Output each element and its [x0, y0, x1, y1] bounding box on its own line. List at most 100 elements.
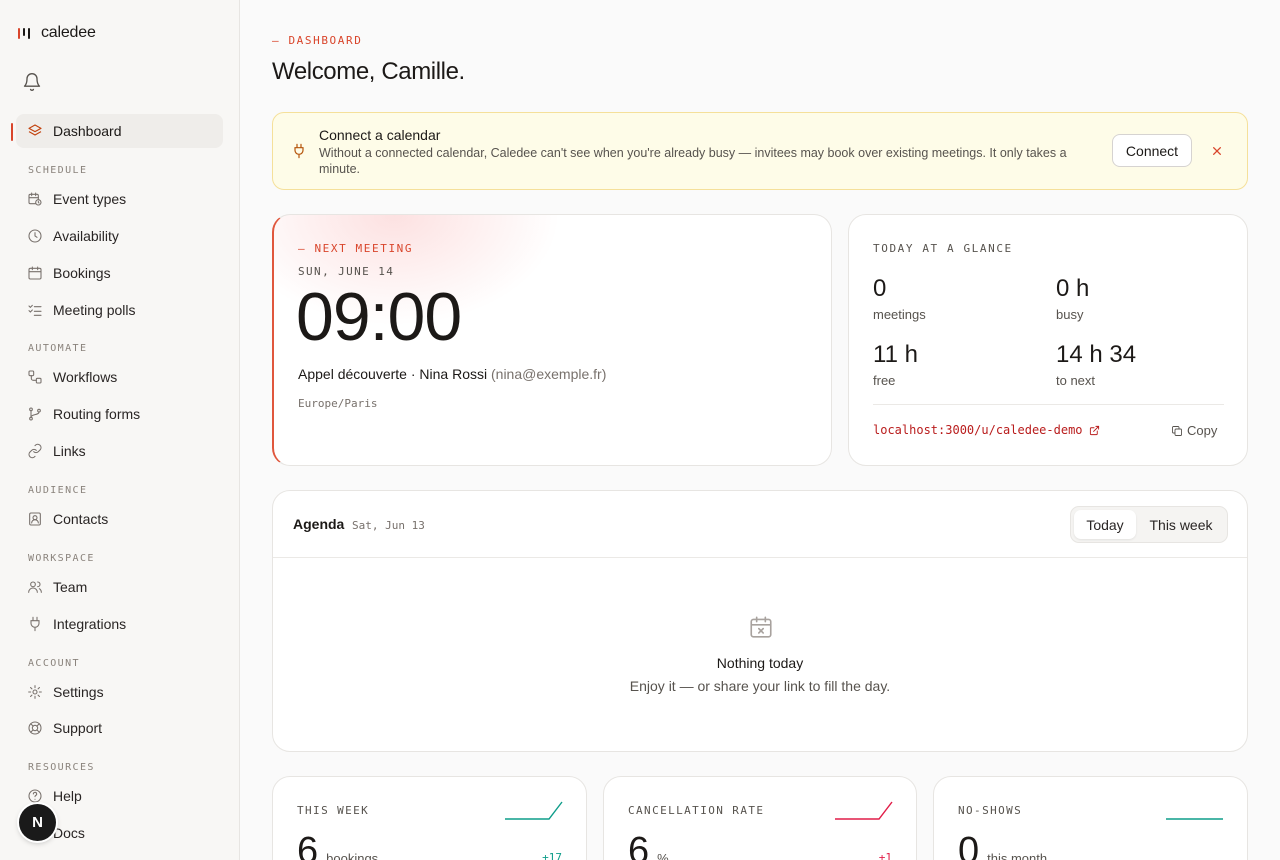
sidebar-item-label: Dashboard — [53, 123, 122, 139]
agenda-range-toggle: Today This week — [1070, 506, 1228, 543]
page-title: Welcome, Camille. — [272, 58, 465, 85]
booking-link[interactable]: localhost:3000/u/caledee-demo — [873, 423, 1100, 437]
next-meeting-date: SUN, JUNE 14 — [298, 265, 395, 278]
sidebar-item-label: Links — [53, 443, 86, 459]
avatar[interactable]: N — [19, 804, 56, 841]
section-label-resources: RESOURCES — [28, 762, 95, 773]
sidebar-item-support[interactable]: Support — [16, 711, 223, 745]
sidebar-item-routing-forms[interactable]: Routing forms — [16, 397, 223, 431]
gear-icon — [28, 685, 42, 699]
copy-link-button[interactable]: Copy — [1171, 423, 1217, 438]
sidebar-item-bookings[interactable]: Bookings — [16, 256, 223, 290]
next-meeting-details: Appel découverte · Nina Rossi (nina@exem… — [298, 366, 606, 382]
agenda-title: Agenda — [293, 516, 345, 532]
sidebar-item-dashboard[interactable]: Dashboard — [16, 114, 223, 148]
metric-unit: % — [657, 851, 669, 860]
banner-text: Without a connected calendar, Caledee ca… — [319, 146, 1067, 176]
metric-value-row: 6 % — [628, 829, 669, 860]
brand-logo[interactable]: caledee — [18, 24, 96, 42]
sidebar-item-label: Help — [53, 788, 82, 804]
next-meeting-label: — NEXT MEETING — [298, 242, 414, 255]
sidebar-item-team[interactable]: Team — [16, 570, 223, 604]
tab-today[interactable]: Today — [1074, 510, 1136, 539]
help-circle-icon — [28, 789, 42, 803]
sparkline — [1166, 818, 1223, 820]
sidebar-item-workflows[interactable]: Workflows — [16, 360, 223, 394]
stat-label: meetings — [873, 307, 926, 322]
sidebar-item-meeting-polls[interactable]: Meeting polls — [16, 293, 223, 327]
metric-value-row: 0 this month — [958, 829, 1047, 860]
metric-value: 6 — [628, 830, 650, 860]
stat-label: free — [873, 373, 896, 388]
next-meeting-time: 09:00 — [296, 279, 462, 355]
next-meeting-card[interactable]: — NEXT MEETING SUN, JUNE 14 09:00 Appel … — [272, 214, 832, 466]
sidebar-item-integrations[interactable]: Integrations — [16, 607, 223, 641]
section-label-audience: AUDIENCE — [28, 485, 88, 496]
brand-mark-icon — [18, 26, 32, 40]
connect-button[interactable]: Connect — [1112, 134, 1192, 167]
metric-value: 6 — [297, 830, 319, 860]
section-label-workspace: WORKSPACE — [28, 553, 95, 564]
sparkline — [835, 801, 893, 820]
calendar-clock-icon — [28, 192, 42, 206]
workflow-icon — [28, 370, 42, 384]
tab-this-week[interactable]: This week — [1138, 510, 1224, 539]
today-at-a-glance-card: TODAY AT A GLANCE 0 meetings 0 h busy 11… — [848, 214, 1248, 466]
sidebar-item-label: Meeting polls — [53, 302, 136, 318]
agenda-empty-title: Nothing today — [716, 655, 804, 671]
stat-to-next: 14 h 34 to next — [1056, 341, 1136, 388]
link-icon — [28, 443, 42, 459]
git-branch-icon — [29, 407, 41, 421]
sidebar-item-label: Event types — [53, 191, 127, 207]
metric-label: THIS WEEK — [297, 804, 370, 817]
sidebar-item-label: Routing forms — [53, 406, 141, 422]
sidebar-item-availability[interactable]: Availability — [16, 219, 223, 253]
metric-card-no-shows: NO-SHOWS 0 this month — [933, 776, 1248, 860]
sidebar-item-label: Workflows — [53, 369, 118, 385]
stat-meetings: 0 meetings — [873, 275, 926, 322]
sidebar-item-settings[interactable]: Settings — [16, 675, 223, 709]
glance-label: TODAY AT A GLANCE — [873, 242, 1013, 255]
sidebar-item-label: Settings — [53, 684, 104, 700]
calendar-x-icon — [748, 614, 774, 640]
stat-label: busy — [1056, 307, 1084, 322]
page-eyebrow: — DASHBOARD — [272, 34, 363, 47]
metric-value: 0 — [958, 830, 980, 860]
stat-value: 0 — [873, 275, 887, 302]
plug-icon — [30, 616, 40, 632]
section-label-automate: AUTOMATE — [28, 343, 88, 354]
next-meeting-email: (nina@exemple.fr) — [491, 366, 607, 382]
bell-icon[interactable] — [22, 72, 42, 92]
next-meeting-title: Appel découverte · Nina Rossi — [298, 366, 488, 382]
divider — [273, 557, 1247, 558]
close-icon[interactable] — [1209, 143, 1225, 159]
sidebar-item-contacts[interactable]: Contacts — [16, 502, 223, 536]
life-buoy-icon — [28, 721, 42, 735]
metric-delta: +17 — [542, 851, 562, 860]
brand-name: caledee — [41, 24, 96, 41]
metric-card-this-week: THIS WEEK 6 bookings +17 — [272, 776, 587, 860]
layers-icon — [28, 124, 42, 136]
metric-unit: bookings — [326, 851, 379, 860]
contact-icon — [29, 512, 41, 526]
calendar-icon — [28, 266, 42, 280]
checklist-icon — [28, 304, 42, 316]
plug-icon — [291, 143, 307, 159]
stat-label: to next — [1056, 373, 1096, 388]
sidebar-item-event-types[interactable]: Event types — [16, 182, 223, 216]
sidebar-item-label: Availability — [53, 228, 119, 244]
metric-label: NO-SHOWS — [958, 804, 1023, 817]
booking-link-text: localhost:3000/u/caledee-demo — [873, 423, 1083, 437]
agenda-empty-text: Enjoy it — or share your link to fill th… — [629, 678, 891, 694]
copy-label: Copy — [1187, 423, 1218, 438]
section-label-schedule: SCHEDULE — [28, 165, 88, 176]
copy-icon — [1172, 425, 1182, 436]
stat-busy: 0 h busy — [1056, 275, 1089, 322]
connect-calendar-banner: Connect a calendar Without a connected c… — [272, 112, 1248, 190]
users-icon — [28, 581, 42, 593]
sidebar-item-label: Bookings — [53, 265, 111, 281]
external-link-icon — [1089, 425, 1099, 435]
stat-value: 14 h 34 — [1056, 341, 1137, 368]
sidebar-item-links[interactable]: Links — [16, 434, 223, 468]
active-indicator — [11, 123, 13, 141]
